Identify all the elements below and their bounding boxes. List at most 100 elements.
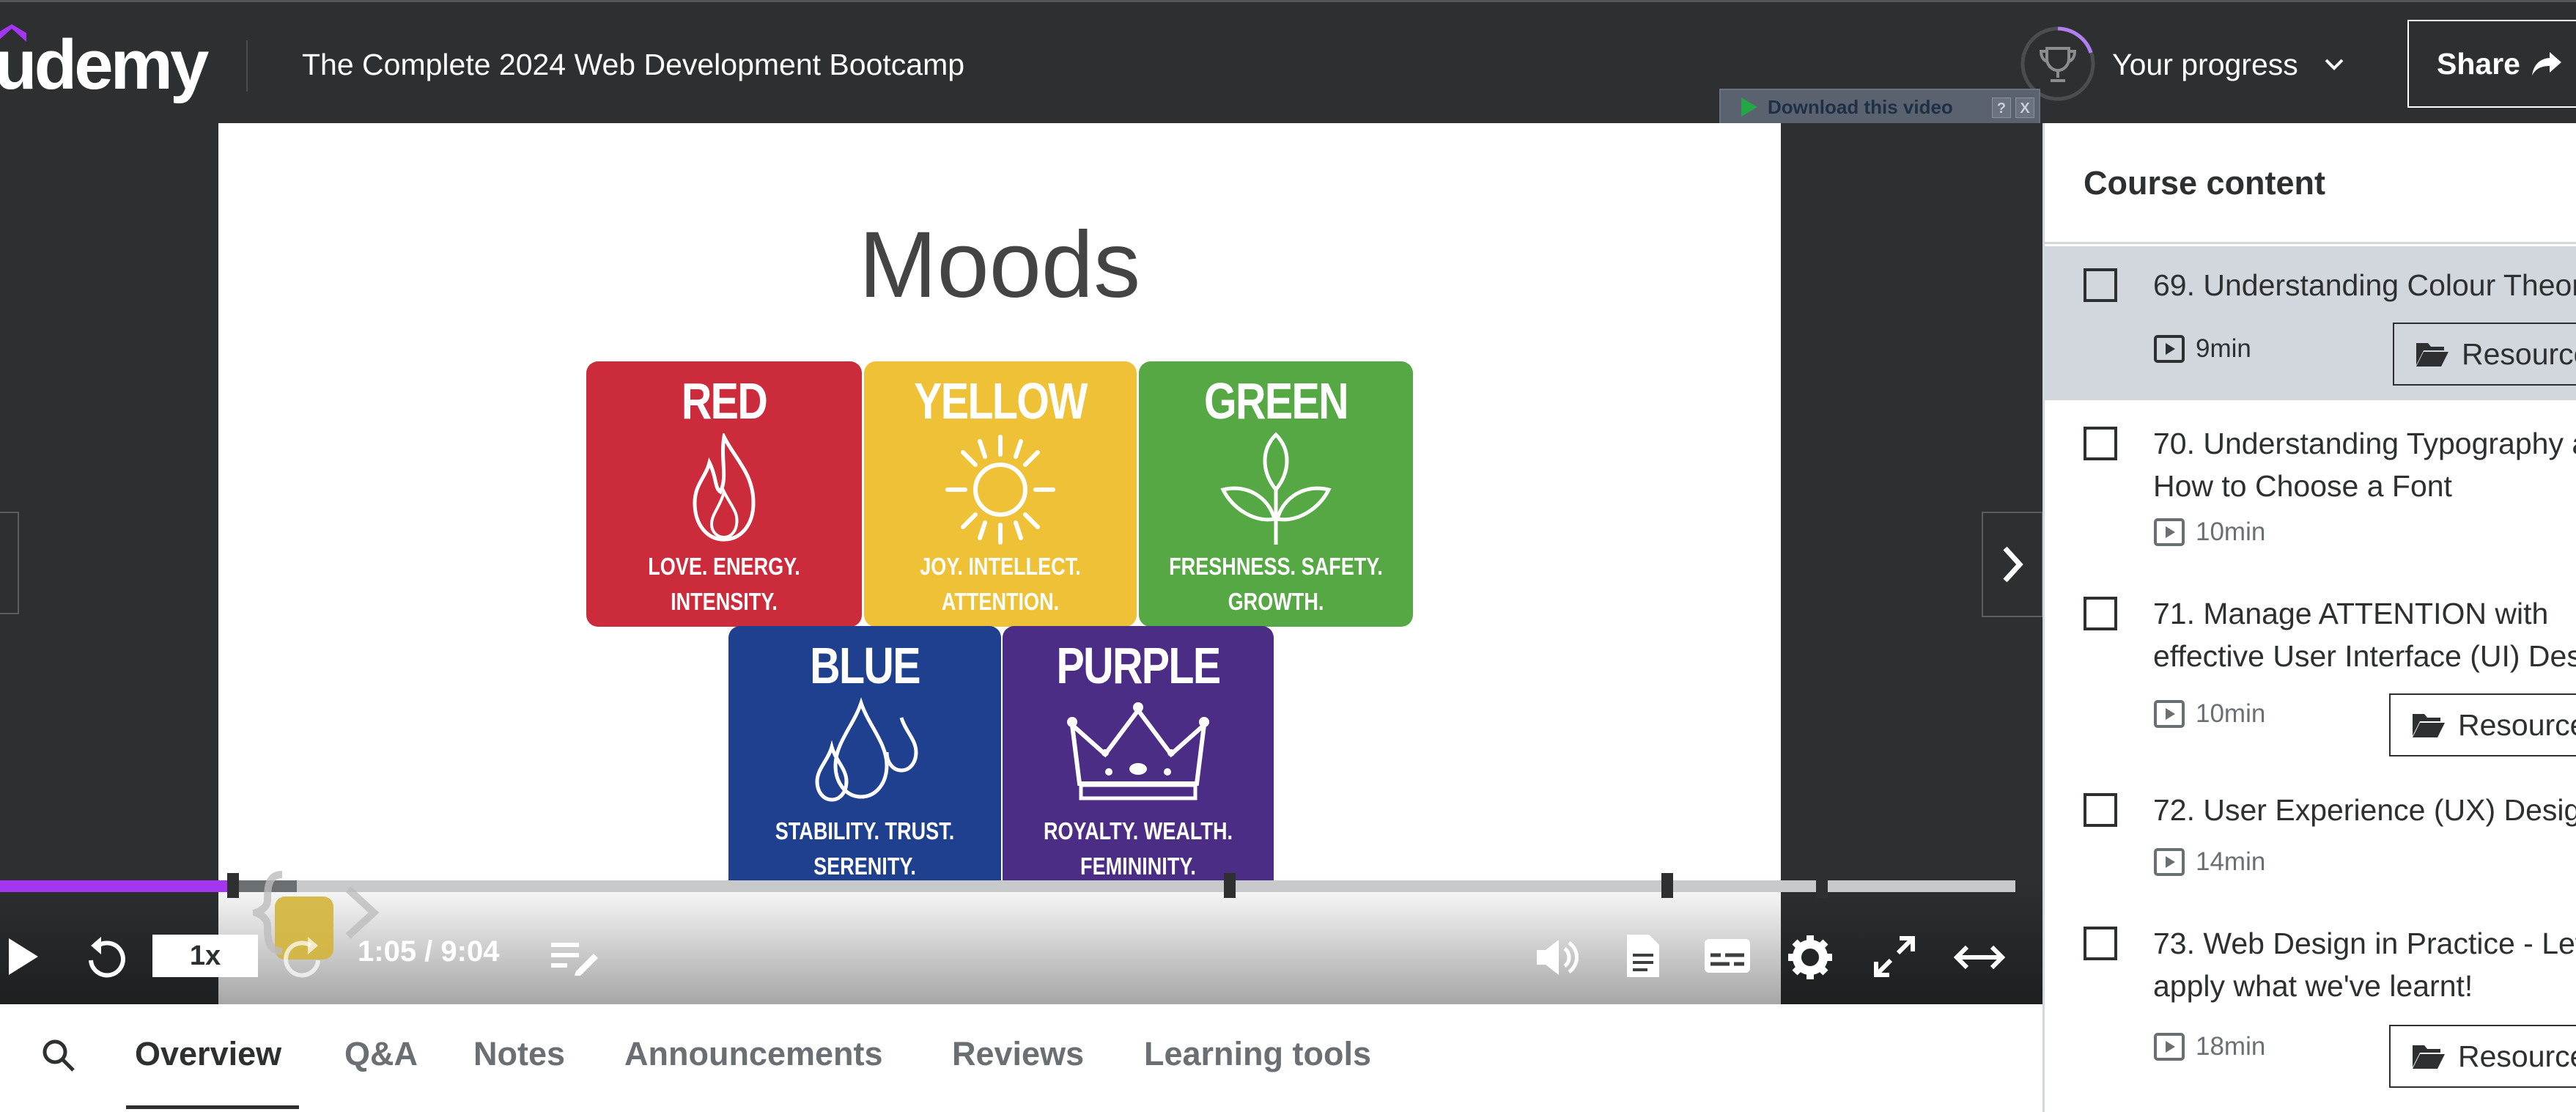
- captions-button[interactable]: [1702, 934, 1753, 978]
- share-button[interactable]: Share: [2407, 20, 2576, 108]
- video-player[interactable]: Moods RED LOVE. ENERGY. INTENSITY. YELLO…: [0, 123, 2043, 1004]
- download-close-button[interactable]: X: [2015, 97, 2034, 118]
- settings-button[interactable]: [1785, 932, 1835, 982]
- mood-name: RED: [681, 372, 768, 430]
- course-content-header: Course content: [2045, 123, 2576, 244]
- volume-icon: [1537, 940, 1579, 975]
- playback-speed-button[interactable]: 1x: [152, 935, 258, 977]
- lecture-complete-checkbox[interactable]: [2084, 268, 2117, 302]
- duration-text: 10min: [2196, 518, 2266, 546]
- video-frame-slide: Moods RED LOVE. ENERGY. INTENSITY. YELLO…: [218, 123, 1781, 1004]
- course-title[interactable]: The Complete 2024 Web Development Bootca…: [302, 48, 964, 82]
- lecture-item[interactable]: 69. Understanding Colour Theory 9min Res…: [2045, 246, 2576, 400]
- mood-name: YELLOW: [914, 372, 1088, 430]
- crown-icon: [1067, 702, 1209, 800]
- next-lecture-button[interactable]: [1982, 512, 2043, 617]
- folder-open-icon: [2413, 1045, 2445, 1069]
- lecture-duration: 9min: [2153, 334, 2251, 364]
- resources-label: Resources: [2462, 336, 2576, 371]
- download-help-button[interactable]: ?: [1992, 97, 2011, 118]
- playback-time: 1:05 / 9:04: [358, 935, 500, 968]
- folder-open-icon: [2416, 343, 2448, 367]
- lecture-item[interactable]: 73. Web Design in Practice - Let's apply…: [2045, 899, 2576, 1112]
- top-header: udemy The Complete 2024 Web Development …: [0, 0, 2576, 125]
- mood-desc-line-2: GROWTH.: [1228, 588, 1324, 615]
- resources-button[interactable]: Resources: [2393, 323, 2576, 386]
- lecture-title-line[interactable]: 71. Manage ATTENTION with: [2153, 592, 2548, 635]
- resources-button[interactable]: Resources: [2389, 693, 2576, 756]
- sun-icon: [945, 435, 1055, 545]
- slide-title: Moods: [858, 213, 1141, 317]
- tab-learning-tools[interactable]: Learning tools: [1144, 1035, 1371, 1073]
- folder-open-icon: [2413, 714, 2445, 737]
- mood-desc-line-1: STABILITY. TRUST.: [775, 817, 955, 844]
- header-divider: [246, 40, 248, 92]
- duration-text: 10min: [2196, 699, 2266, 728]
- document-icon: [1627, 935, 1659, 977]
- download-video-bar[interactable]: Download this video ? X: [1719, 89, 2040, 125]
- rewind-5s-button[interactable]: [82, 934, 129, 981]
- volume-button[interactable]: [1535, 934, 1583, 981]
- mood-desc-line-2: ATTENTION.: [941, 588, 1060, 615]
- share-label: Share: [2437, 46, 2520, 81]
- previous-lecture-button[interactable]: [0, 512, 19, 614]
- video-icon: [2154, 848, 2185, 876]
- mood-name: GREEN: [1204, 372, 1349, 430]
- mood-description: STABILITY. TRUST. SERENITY.: [753, 814, 976, 884]
- video-icon: [2154, 1033, 2185, 1061]
- search-icon[interactable]: [41, 1038, 76, 1073]
- forward-5s-button[interactable]: [280, 934, 327, 981]
- mood-name: BLUE: [810, 637, 920, 694]
- rewind-icon: [89, 937, 125, 978]
- duration-text: 18min: [2196, 1032, 2266, 1061]
- transcript-button[interactable]: [1621, 929, 1665, 982]
- course-content-title: Course content: [2084, 164, 2326, 202]
- chevron-down-icon[interactable]: [2322, 52, 2347, 77]
- download-video-label[interactable]: Download this video: [1768, 96, 1953, 119]
- add-note-button[interactable]: [548, 934, 599, 981]
- mood-description: JOY. INTELLECT. ATTENTION.: [888, 549, 1112, 619]
- lecture-complete-checkbox[interactable]: [2084, 427, 2117, 460]
- resources-button[interactable]: Resources: [2389, 1025, 2576, 1088]
- lecture-title-line[interactable]: How to Choose a Font: [2153, 465, 2452, 507]
- play-button[interactable]: [1, 931, 45, 982]
- video-icon: [2154, 518, 2185, 546]
- mood-desc-line-1: LOVE. ENERGY.: [648, 553, 800, 580]
- water-drops-icon: [815, 697, 918, 802]
- your-progress-label[interactable]: Your progress: [2112, 48, 2298, 82]
- mood-name: PURPLE: [1056, 637, 1222, 694]
- lecture-complete-checkbox[interactable]: [2084, 793, 2117, 827]
- lecture-title-line[interactable]: effective User Interface (UI) Design: [2153, 635, 2576, 677]
- mood-desc-line-1: JOY. INTELLECT.: [920, 553, 1081, 580]
- udemy-logo[interactable]: udemy: [0, 29, 209, 102]
- lecture-title-line[interactable]: apply what we've learnt!: [2153, 965, 2473, 1007]
- lecture-title[interactable]: 69. Understanding Colour Theory: [2153, 264, 2576, 306]
- mood-desc-line-1: FRESHNESS. SAFETY.: [1169, 553, 1383, 580]
- lecture-duration: 18min: [2153, 1032, 2265, 1061]
- expand-width-button[interactable]: [1952, 937, 2007, 978]
- duration-text: 9min: [2196, 334, 2251, 363]
- mood-tile-yellow: YELLOW JOY. INTELLECT. ATTENTION.: [864, 361, 1137, 627]
- lecture-item[interactable]: 71. Manage ATTENTION with effective User…: [2045, 569, 2576, 767]
- lecture-complete-checkbox[interactable]: [2084, 597, 2117, 630]
- mood-tile-green: GREEN FRESHNESS. SAFETY. GROWTH.: [1139, 361, 1413, 627]
- mood-description: ROYALTY. WEALTH. FEMININITY.: [1027, 814, 1249, 884]
- tab-reviews[interactable]: Reviews: [952, 1035, 1084, 1073]
- tab-notes[interactable]: Notes: [473, 1035, 565, 1073]
- lecture-complete-checkbox[interactable]: [2084, 927, 2117, 960]
- course-content-panel: Course content 69. Understanding Colour …: [2042, 123, 2576, 1112]
- lecture-item[interactable]: 72. User Experience (UX) Design 14min: [2045, 767, 2576, 899]
- mood-desc-line-2: INTENSITY.: [671, 588, 778, 615]
- leaves-icon: [1220, 432, 1332, 545]
- tab-qa[interactable]: Q&A: [344, 1035, 418, 1073]
- gear-icon: [1788, 935, 1832, 979]
- lecture-title[interactable]: 72. User Experience (UX) Design: [2153, 789, 2576, 831]
- tab-announcements[interactable]: Announcements: [624, 1035, 883, 1073]
- scrubber-marker: [227, 873, 239, 898]
- lecture-item[interactable]: 70. Understanding Typography and How to …: [2045, 400, 2576, 569]
- lecture-title-line[interactable]: 73. Web Design in Practice - Let's: [2153, 922, 2576, 965]
- lecture-title-line[interactable]: 70. Understanding Typography and: [2153, 422, 2576, 465]
- fullscreen-button[interactable]: [1870, 932, 1919, 981]
- video-icon: [2154, 700, 2185, 728]
- tab-overview[interactable]: Overview: [135, 1035, 281, 1073]
